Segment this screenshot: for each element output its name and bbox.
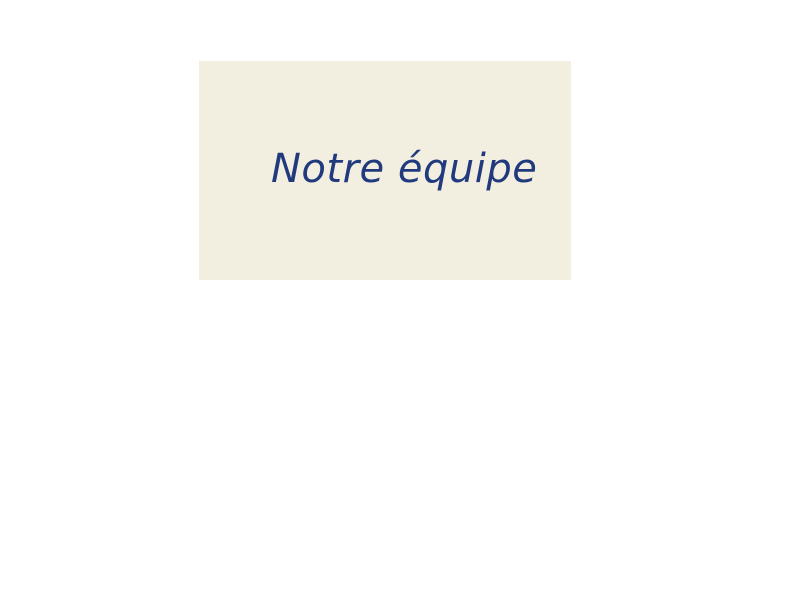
- team-heading: Notre équipe: [271, 146, 538, 192]
- page: Notre équipe: [0, 0, 800, 600]
- team-header-card: Notre équipe: [199, 61, 571, 280]
